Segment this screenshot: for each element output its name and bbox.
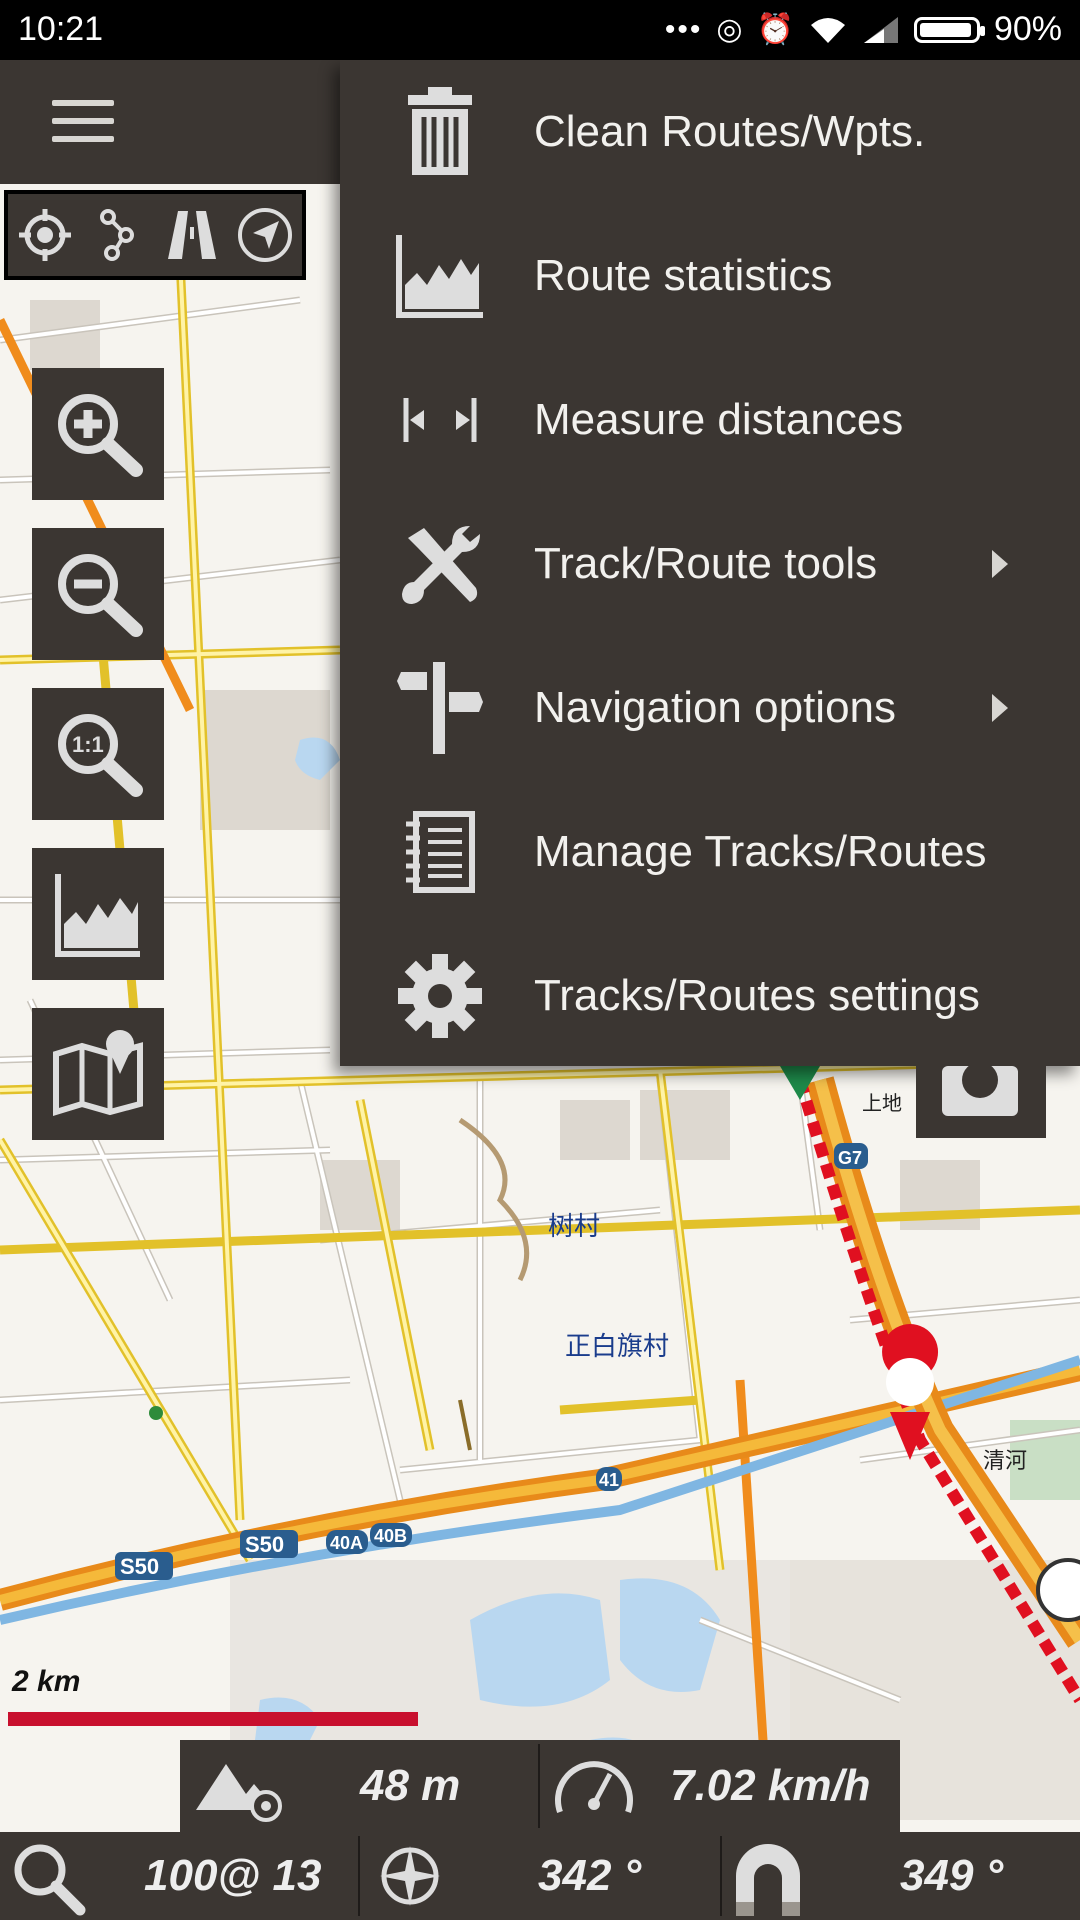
status-time: 10:21 bbox=[18, 10, 104, 48]
altitude-value: 48 m bbox=[360, 1761, 461, 1810]
search-icon bbox=[14, 1844, 86, 1916]
map-layers-button[interactable] bbox=[32, 1008, 164, 1140]
gear-icon bbox=[398, 954, 482, 1038]
zoom-in-button[interactable] bbox=[32, 368, 164, 500]
menu-item-route-statistics[interactable]: Route statistics bbox=[340, 204, 1080, 348]
zoom-in-icon bbox=[58, 394, 143, 477]
menu-hamburger-icon[interactable] bbox=[52, 100, 114, 146]
stats-bar-bottom: 100@ 13 342 ° 349 ° bbox=[0, 1832, 1080, 1920]
elevation-chart-button[interactable] bbox=[32, 848, 164, 980]
menu-item-measure-distances[interactable]: Measure distances bbox=[340, 348, 1080, 492]
heading-value: 349 ° bbox=[900, 1851, 1004, 1900]
zoom-level-value: 100@ 13 bbox=[144, 1851, 322, 1900]
svg-text:正白旗村: 正白旗村 bbox=[565, 1331, 669, 1361]
crosshair-icon[interactable] bbox=[17, 207, 73, 263]
svg-text:S50: S50 bbox=[245, 1532, 284, 1557]
zoom-1to1-icon: 1:1 bbox=[58, 714, 143, 797]
magnet-icon bbox=[736, 1844, 800, 1916]
compass-icon bbox=[380, 1846, 440, 1906]
quick-toolbar bbox=[4, 190, 306, 280]
signal-icon bbox=[863, 16, 898, 43]
speed-value: 7.02 km/h bbox=[670, 1761, 871, 1810]
bearing-value: 342 ° bbox=[538, 1851, 642, 1900]
alarm-icon: ⏰ bbox=[756, 13, 794, 46]
menu-item-label: Clean Routes/Wpts. bbox=[534, 107, 926, 156]
chart-icon bbox=[55, 874, 140, 957]
menu-item-label: Route statistics bbox=[534, 251, 833, 300]
camera-button[interactable] bbox=[916, 1062, 1046, 1138]
menu-item-label: Tracks/Routes settings bbox=[534, 971, 980, 1020]
menu-item-label: Track/Route tools bbox=[534, 539, 878, 588]
speedometer-icon bbox=[555, 1761, 633, 1813]
svg-text:G7: G7 bbox=[838, 1148, 862, 1168]
stats-bar-top: 48 m 7.02 km/h bbox=[180, 1740, 900, 1832]
battery-icon bbox=[913, 16, 985, 43]
wifi-icon bbox=[810, 17, 845, 43]
battery-level: 90% bbox=[993, 10, 1062, 48]
svg-text:40B: 40B bbox=[374, 1526, 407, 1546]
menu-item-tracks-settings[interactable]: Tracks/Routes settings bbox=[340, 924, 1080, 1068]
submenu-arrow-icon bbox=[992, 694, 1008, 722]
scale-label: 2 km bbox=[12, 1665, 81, 1698]
route-nodes-icon[interactable] bbox=[90, 207, 146, 263]
more-icon: ••• bbox=[664, 12, 703, 46]
scale-bar bbox=[8, 1712, 418, 1726]
hotspot-icon: ◎ bbox=[716, 13, 743, 46]
tools-icon bbox=[402, 526, 480, 604]
map-pin-icon bbox=[53, 1030, 143, 1117]
road-icon[interactable] bbox=[164, 207, 220, 263]
status-bar: 10:21 ••• ◎ ⏰ 90% bbox=[0, 0, 1080, 60]
menu-item-manage-tracks[interactable]: Manage Tracks/Routes bbox=[340, 780, 1080, 924]
submenu-arrow-icon bbox=[992, 550, 1008, 578]
chart-icon bbox=[396, 235, 483, 318]
menu-item-label: Manage Tracks/Routes bbox=[534, 827, 987, 876]
svg-text:40A: 40A bbox=[330, 1533, 363, 1553]
trash-icon bbox=[408, 87, 472, 175]
zoom-reset-button[interactable]: 1:1 bbox=[32, 688, 164, 820]
altitude-icon bbox=[196, 1764, 282, 1822]
svg-text:树村: 树村 bbox=[548, 1211, 600, 1241]
svg-text:上地: 上地 bbox=[862, 1092, 902, 1115]
signpost-icon bbox=[397, 662, 483, 754]
zoom-out-button[interactable] bbox=[32, 528, 164, 660]
camera-icon bbox=[942, 1062, 1018, 1116]
menu-item-label: Navigation options bbox=[534, 683, 897, 732]
menu-item-clean-routes[interactable]: Clean Routes/Wpts. bbox=[340, 60, 1080, 204]
menu-item-navigation-options[interactable]: Navigation options bbox=[340, 636, 1080, 780]
measure-icon bbox=[403, 398, 477, 442]
navigate-icon[interactable] bbox=[237, 207, 293, 263]
menu-item-label: Measure distances bbox=[534, 395, 904, 444]
tracks-routes-menu: Clean Routes/Wpts. Route statistics Meas… bbox=[340, 60, 1080, 1066]
svg-text:S50: S50 bbox=[120, 1554, 159, 1579]
svg-text:清河: 清河 bbox=[983, 1448, 1027, 1473]
zoom-out-icon bbox=[58, 554, 143, 637]
notebook-icon bbox=[406, 811, 475, 893]
menu-item-track-route-tools[interactable]: Track/Route tools bbox=[340, 492, 1080, 636]
svg-text:41: 41 bbox=[599, 1470, 619, 1490]
svg-text:1:1: 1:1 bbox=[72, 732, 104, 757]
